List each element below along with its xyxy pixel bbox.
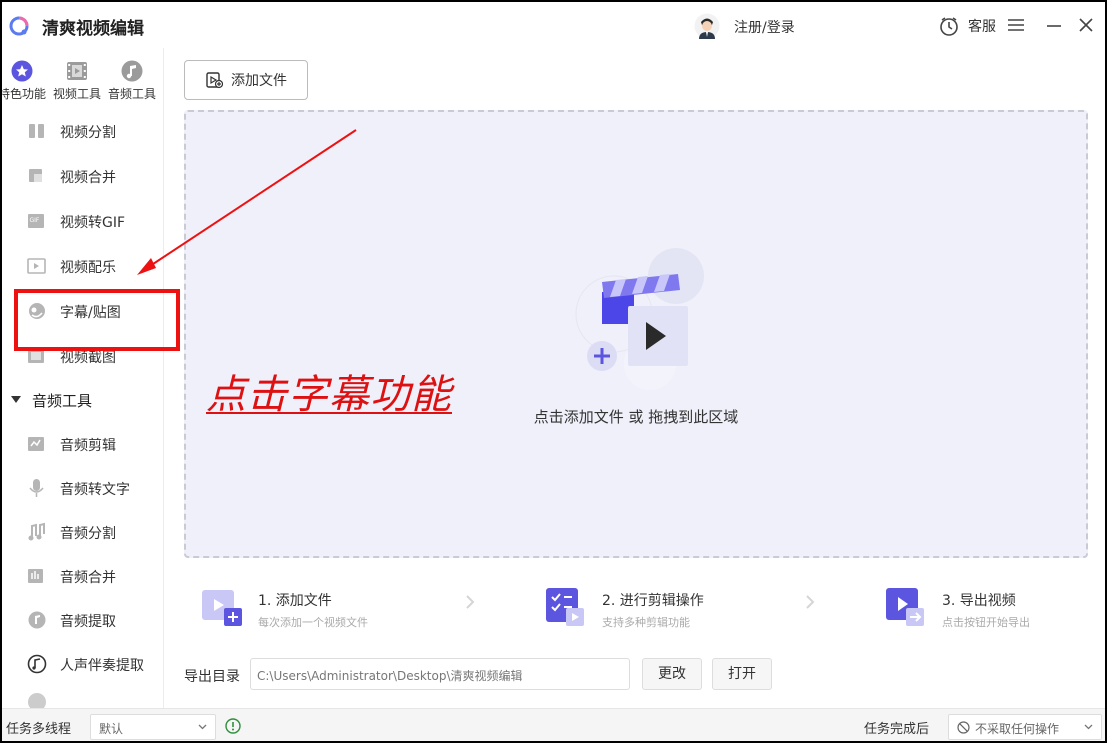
annotation-text: 点击字幕功能 (206, 372, 452, 418)
info-icon[interactable] (225, 718, 241, 734)
caret-down-icon (11, 396, 21, 403)
step-1-title: 1. 添加文件 (258, 593, 332, 609)
app-logo-icon (9, 16, 29, 36)
audio-edit-icon (28, 437, 44, 451)
svg-text:GIF: GIF (30, 217, 40, 224)
app-window: 清爽视频编辑 注册/登录 客服 特色功能 视频工具 音频工具 视频分割 视频合并… (2, 2, 1105, 741)
music-icon (121, 60, 143, 82)
sidebar-item-video-split[interactable]: 视频分割 (2, 116, 163, 146)
film-icon (67, 62, 87, 80)
step-add-file: 1. 添加文件 每次添加一个视频文件 (184, 586, 484, 630)
video-music-icon (27, 258, 46, 274)
clapperboard-icon (575, 248, 704, 390)
step-1-subtitle: 每次添加一个视频文件 (258, 616, 368, 629)
section-audio-tools[interactable]: 音频工具 (2, 386, 163, 414)
thread-label: 任务多线程 (6, 722, 72, 737)
title-bar: 清爽视频编辑 注册/登录 客服 (2, 2, 1105, 48)
step-2-subtitle: 支持多种剪辑功能 (602, 616, 690, 629)
service-clock-icon (940, 17, 958, 36)
user-avatar-icon[interactable] (694, 13, 720, 39)
thread-select-value: 默认 (99, 722, 124, 736)
sidebar-item-video-to-gif[interactable]: GIF 视频转GIF (2, 206, 163, 236)
sidebar-item-vocal-extract[interactable]: 人声伴奏提取 (2, 649, 163, 679)
change-directory-button[interactable]: 更改 (642, 658, 702, 690)
sidebar-item-video-merge[interactable]: 视频合并 (2, 161, 163, 191)
export-directory-row: 导出目录 C:\Users\Administrator\Desktop\清爽视频… (164, 654, 1105, 700)
open-directory-button[interactable]: 打开 (712, 658, 772, 690)
workflow-steps: 1. 添加文件 每次添加一个视频文件 2. 进行剪辑操作 支持多种剪辑功能 3.… (184, 574, 1088, 638)
chevron-right-icon (806, 595, 815, 609)
sidebar-item-video-music[interactable]: 视频配乐 (2, 251, 163, 281)
service-label: 客服 (968, 19, 996, 35)
tab-audio-tools[interactable]: 音频工具 (102, 60, 162, 102)
sidebar-item-label: 音频转文字 (60, 482, 130, 498)
sidebar-item-label: 音频分割 (60, 526, 116, 542)
chevron-down-icon (198, 724, 207, 730)
sidebar-item-audio-merge[interactable]: 音频合并 (2, 561, 163, 591)
audio-merge-icon (28, 569, 43, 583)
tab-featured-label: 特色功能 (2, 87, 46, 101)
annotation-highlight-box (14, 289, 180, 351)
sidebar-item-label: 视频配乐 (60, 260, 116, 276)
audio-extract-icon (28, 611, 46, 629)
sidebar-item-audio-edit[interactable]: 音频剪辑 (2, 429, 163, 459)
step-edit: 2. 进行剪辑操作 支持多种剪辑功能 (528, 586, 828, 630)
sidebar-item-audio-extract[interactable]: 音频提取 (2, 605, 163, 635)
chevron-down-icon (1084, 724, 1093, 730)
after-task-select[interactable]: 不采取任何操作 (948, 714, 1102, 740)
tab-video-tools[interactable]: 视频工具 (47, 60, 107, 102)
merge-icon (29, 169, 42, 182)
edit-checklist-icon (546, 588, 584, 626)
star-icon (11, 60, 33, 82)
login-link[interactable]: 注册/登录 (734, 17, 795, 37)
file-dropzone[interactable]: 点击添加文件 或 拖拽到此区域 (184, 110, 1088, 558)
category-tabs: 特色功能 视频工具 音频工具 (2, 48, 163, 106)
split-icon (29, 124, 44, 138)
minimize-icon[interactable] (1043, 14, 1065, 36)
menu-icon[interactable] (1005, 14, 1027, 36)
section-audio-tools-label: 音频工具 (32, 392, 93, 410)
sidebar-item-label: 音频合并 (60, 570, 116, 586)
status-bar: 任务多线程 默认 任务完成后 不采取任何操作 (2, 708, 1105, 741)
sidebar-item-label: 音频提取 (60, 614, 116, 630)
microphone-icon (29, 479, 44, 497)
add-file-icon (206, 72, 223, 89)
close-icon[interactable] (1075, 14, 1097, 36)
add-video-icon (202, 590, 242, 626)
sidebar-item-partial-icon (28, 693, 46, 708)
gif-icon: GIF (28, 214, 44, 228)
tab-audio-tools-label: 音频工具 (107, 87, 156, 101)
export-path-field[interactable]: C:\Users\Administrator\Desktop\清爽视频编辑 (250, 658, 630, 690)
step-export: 3. 导出视频 点击按钮开始导出 (868, 586, 1105, 630)
step-3-title: 3. 导出视频 (942, 593, 1016, 609)
sidebar-item-label: 视频分割 (60, 125, 116, 141)
export-directory-label: 导出目录 (184, 669, 240, 685)
after-task-value: 不采取任何操作 (975, 722, 1060, 736)
sidebar: 特色功能 视频工具 音频工具 视频分割 视频合并 GIF 视频转GIF 视频配乐… (2, 48, 164, 708)
thread-select[interactable]: 默认 (90, 714, 216, 740)
sidebar-item-label: 视频合并 (60, 170, 116, 186)
sidebar-item-audio-split[interactable]: 音频分割 (2, 517, 163, 547)
app-title: 清爽视频编辑 (42, 19, 144, 39)
chevron-right-icon (466, 595, 475, 609)
vocal-icon (27, 654, 47, 674)
sidebar-item-label: 人声伴奏提取 (60, 658, 144, 674)
add-file-button[interactable]: 添加文件 (184, 60, 308, 100)
export-video-icon (886, 588, 924, 626)
sidebar-item-label: 音频剪辑 (60, 438, 116, 454)
after-task-label: 任务完成后 (864, 722, 930, 737)
tab-video-tools-label: 视频工具 (52, 87, 101, 101)
music-note-icon (28, 522, 45, 541)
add-file-label: 添加文件 (231, 73, 287, 89)
tab-featured[interactable]: 特色功能 (2, 60, 52, 102)
ban-icon (957, 721, 970, 734)
sidebar-item-audio-to-text[interactable]: 音频转文字 (2, 473, 163, 503)
customer-service-button[interactable]: 客服 (938, 14, 996, 38)
sidebar-item-label: 视频转GIF (60, 215, 126, 231)
step-3-subtitle: 点击按钮开始导出 (942, 616, 1030, 629)
step-2-title: 2. 进行剪辑操作 (602, 593, 704, 609)
